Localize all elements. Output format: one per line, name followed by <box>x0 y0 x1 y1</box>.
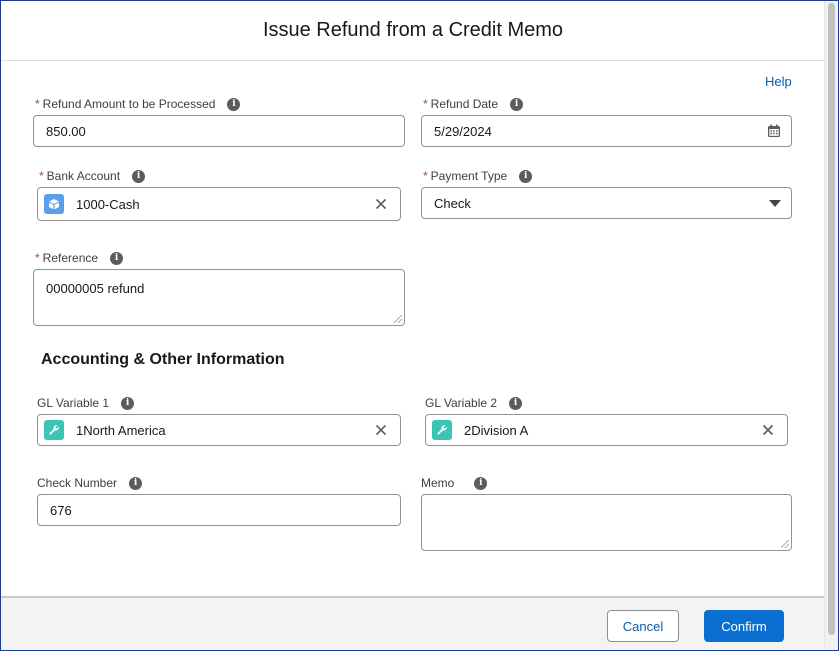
resize-handle[interactable] <box>394 315 402 323</box>
resize-handle[interactable] <box>781 540 789 548</box>
wrench-icon <box>44 420 64 440</box>
reference-label-text: Reference <box>42 251 99 265</box>
gl-variable-2-label-text: GL Variable 2 <box>425 396 498 410</box>
info-icon[interactable]: i <box>121 396 135 410</box>
confirm-button[interactable]: Confirm <box>704 610 784 642</box>
cancel-button[interactable]: Cancel <box>607 610 679 642</box>
required-marker: * <box>423 97 428 111</box>
gl-variable-2-value: 2Division A <box>464 422 529 438</box>
check-number-value: 676 <box>50 502 72 518</box>
info-icon[interactable]: i <box>129 476 143 490</box>
refund-amount-label: * Refund Amount to be Processed i <box>35 97 241 111</box>
chevron-down-icon[interactable] <box>769 199 781 207</box>
refund-date-label-text: Refund Date <box>430 97 499 111</box>
accounting-section-heading: Accounting & Other Information <box>41 351 285 368</box>
required-marker: * <box>35 97 40 111</box>
payment-type-value: Check <box>434 195 471 211</box>
memo-textarea[interactable] <box>421 494 792 551</box>
reference-label: * Reference i <box>35 251 124 265</box>
bank-account-value: 1000-Cash <box>76 196 140 212</box>
scrollbar[interactable] <box>824 1 838 650</box>
memo-label: Memo i <box>421 476 488 490</box>
info-icon[interactable]: i <box>227 97 241 111</box>
info-icon[interactable]: i <box>510 97 524 111</box>
modal-header: Issue Refund from a Credit Memo <box>1 1 825 61</box>
refund-amount-label-text: Refund Amount to be Processed <box>42 97 216 111</box>
check-number-label-text: Check Number <box>37 476 118 490</box>
gl-variable-1-value: 1North America <box>76 422 166 438</box>
reference-textarea[interactable]: 00000005 refund <box>33 269 405 326</box>
gl-variable-2-label: GL Variable 2 i <box>425 396 523 410</box>
check-number-input[interactable]: 676 <box>37 494 401 526</box>
bank-account-label: * Bank Account i <box>39 169 146 183</box>
refund-date-label: * Refund Date i <box>423 97 524 111</box>
bank-account-icon <box>44 194 64 214</box>
info-icon[interactable]: i <box>474 476 488 490</box>
required-marker: * <box>39 169 44 183</box>
info-icon[interactable]: i <box>519 169 533 183</box>
info-icon[interactable]: i <box>509 396 523 410</box>
reference-value: 00000005 refund <box>46 281 145 296</box>
modal-title: Issue Refund from a Credit Memo <box>262 19 564 41</box>
refund-amount-value: 850.00 <box>46 123 86 139</box>
refund-date-value: 5/29/2024 <box>434 123 492 139</box>
refund-modal: Issue Refund from a Credit Memo Help * R… <box>0 0 839 651</box>
wrench-icon <box>432 420 452 440</box>
refund-date-input[interactable]: 5/29/2024 <box>421 115 792 147</box>
modal-footer: Cancel Confirm <box>1 596 825 650</box>
clear-icon[interactable] <box>368 191 394 217</box>
payment-type-select[interactable]: Check <box>421 187 792 219</box>
bank-account-lookup[interactable]: 1000-Cash <box>37 187 401 221</box>
scrollbar-thumb[interactable] <box>828 3 835 635</box>
clear-icon[interactable] <box>368 417 394 443</box>
calendar-icon[interactable] <box>767 124 781 138</box>
info-icon[interactable]: i <box>110 251 124 265</box>
help-link[interactable]: Help <box>765 74 792 89</box>
check-number-label: Check Number i <box>37 476 143 490</box>
bank-account-label-text: Bank Account <box>46 169 121 183</box>
payment-type-label: * Payment Type i <box>423 169 533 183</box>
gl-variable-2-lookup[interactable]: 2Division A <box>425 414 788 446</box>
clear-icon[interactable] <box>755 417 781 443</box>
gl-variable-1-label: GL Variable 1 i <box>37 396 135 410</box>
required-marker: * <box>35 251 40 265</box>
info-icon[interactable]: i <box>132 169 146 183</box>
gl-variable-1-label-text: GL Variable 1 <box>37 396 110 410</box>
payment-type-label-text: Payment Type <box>430 169 508 183</box>
memo-label-text: Memo <box>421 476 455 490</box>
refund-amount-input[interactable]: 850.00 <box>33 115 405 147</box>
required-marker: * <box>423 169 428 183</box>
gl-variable-1-lookup[interactable]: 1North America <box>37 414 401 446</box>
